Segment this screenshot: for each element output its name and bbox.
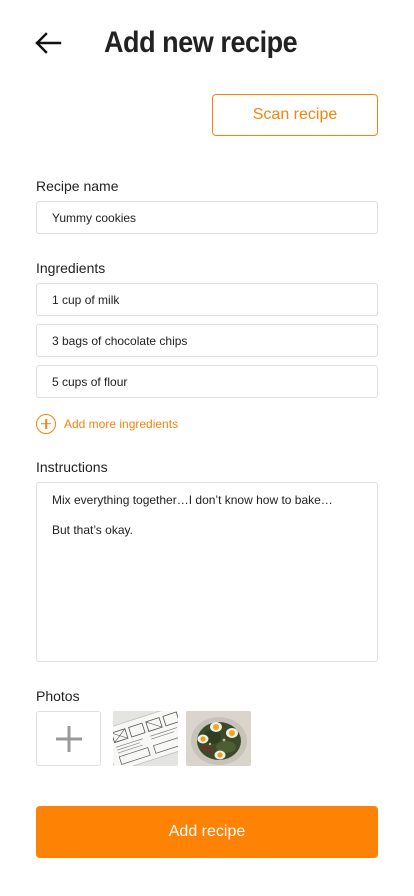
ingredient-value: 5 cups of flour xyxy=(52,374,128,389)
add-recipe-button[interactable]: Add recipe xyxy=(36,806,378,858)
photos-label: Photos xyxy=(36,688,80,704)
instructions-label: Instructions xyxy=(36,459,108,475)
plus-circle-icon xyxy=(36,413,56,434)
ingredient-value: 3 bags of chocolate chips xyxy=(52,333,188,348)
ingredients-label: Ingredients xyxy=(36,260,106,276)
add-more-ingredients-button[interactable]: Add more ingredients xyxy=(36,413,178,434)
back-button[interactable] xyxy=(32,28,64,58)
page-title: Add new recipe xyxy=(104,26,298,59)
recipe-name-value: Yummy cookies xyxy=(52,210,137,225)
recipe-name-field[interactable]: Yummy cookies xyxy=(36,201,378,234)
ingredient-field[interactable]: 3 bags of chocolate chips xyxy=(36,324,378,357)
ingredient-value: 1 cup of milk xyxy=(52,292,120,307)
recipe-name-label: Recipe name xyxy=(36,178,119,194)
instructions-textarea[interactable]: Mix everything together…I don’t know how… xyxy=(36,482,378,662)
instructions-line: But that’s okay. xyxy=(52,523,133,537)
wireframe-sketch-photo[interactable] xyxy=(113,711,178,766)
ingredient-field[interactable]: 1 cup of milk xyxy=(36,283,378,316)
salad-with-eggs-image xyxy=(186,711,251,766)
ingredient-field[interactable]: 5 cups of flour xyxy=(36,365,378,398)
scan-recipe-button[interactable]: Scan recipe xyxy=(212,94,378,136)
photos-row xyxy=(36,711,259,766)
wireframe-sketch-image xyxy=(113,711,178,766)
add-more-ingredients-label: Add more ingredients xyxy=(64,416,179,431)
salad-with-eggs-photo[interactable] xyxy=(186,711,251,766)
instructions-line: Mix everything together…I don’t know how… xyxy=(52,493,333,507)
arrow-left-icon xyxy=(35,32,62,54)
add-photo-button[interactable] xyxy=(36,711,101,766)
add-recipe-screen: Add new recipe Scan recipe Recipe name Y… xyxy=(0,0,414,896)
